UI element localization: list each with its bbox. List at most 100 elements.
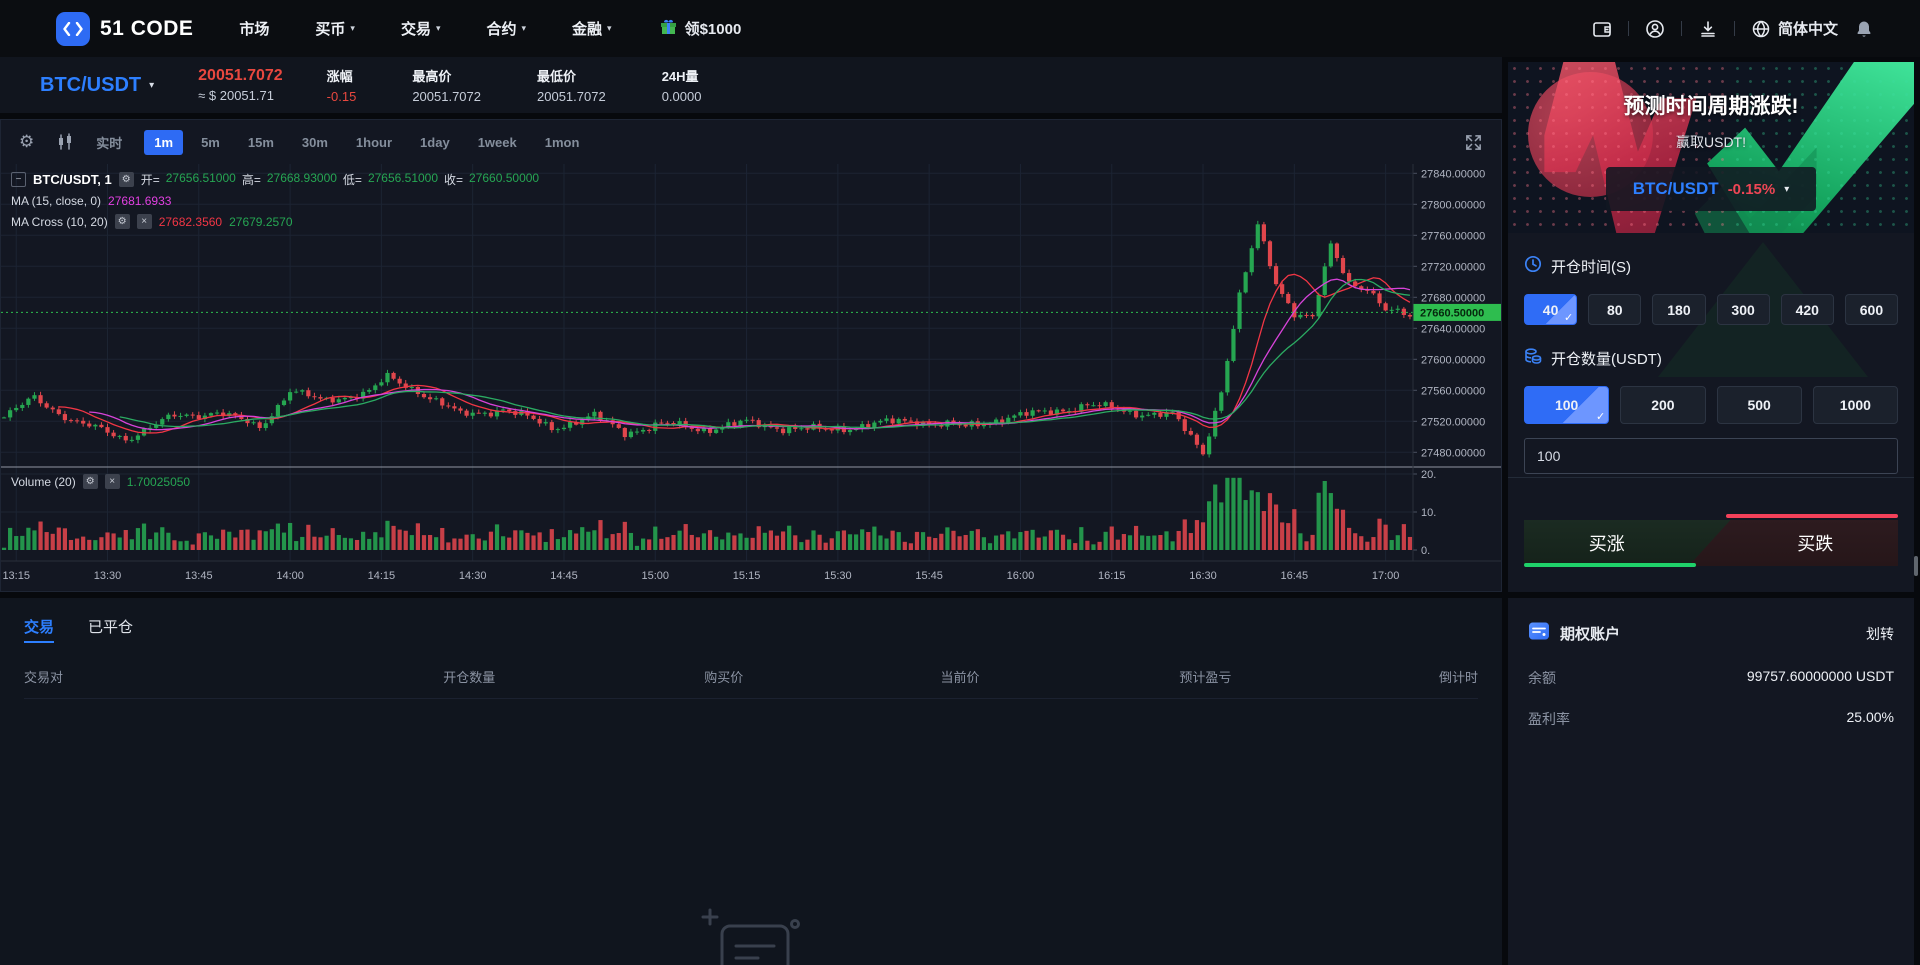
volume-legend-row: Volume (20) ⚙ × 1.70025050 bbox=[11, 474, 190, 489]
nav-item-金融[interactable]: 金融▾ bbox=[572, 18, 612, 39]
account-icon[interactable] bbox=[1645, 19, 1665, 39]
svg-text:13:15: 13:15 bbox=[2, 570, 30, 582]
time-option-300[interactable]: 300 bbox=[1717, 294, 1770, 325]
chart-settings-gear-icon[interactable]: ⚙ bbox=[19, 132, 34, 152]
ticker-bar: BTC/USDT ▾ 20051.7072 ≈ $ 20051.71 涨幅-0.… bbox=[0, 57, 1502, 113]
account-title: 期权账户 bbox=[1560, 623, 1620, 644]
nav-item-交易[interactable]: 交易▾ bbox=[401, 18, 441, 39]
buy-down-topline bbox=[1726, 514, 1898, 518]
chevron-down-icon: ▾ bbox=[607, 23, 612, 34]
legend-symbol: BTC/USDT, 1 bbox=[33, 172, 112, 187]
macross-value-1: 27682.3560 bbox=[159, 215, 222, 229]
time-option-180[interactable]: 180 bbox=[1652, 294, 1705, 325]
nav-item-市场[interactable]: 市场 bbox=[239, 18, 269, 39]
svg-text:27480.00000: 27480.00000 bbox=[1421, 447, 1485, 459]
divider bbox=[1681, 21, 1682, 36]
amount-option-1000[interactable]: 1000 bbox=[1813, 386, 1898, 424]
time-option-40[interactable]: 40✓ bbox=[1524, 294, 1577, 325]
interval-1day[interactable]: 1day bbox=[410, 130, 460, 155]
logo[interactable]: 51 CODE bbox=[56, 12, 193, 46]
collapse-icon[interactable]: − bbox=[11, 172, 26, 187]
ma-value: 27681.6933 bbox=[108, 194, 171, 208]
nav-item-label: 市场 bbox=[239, 18, 269, 39]
tab-已平仓[interactable]: 已平仓 bbox=[88, 616, 133, 643]
interval-1week[interactable]: 1week bbox=[468, 130, 527, 155]
volume-label: Volume (20) bbox=[11, 475, 76, 489]
right-column: 预测时间周期涨跌! 赢取USDT! BTC/USDT -0.15% ▾ 开仓时间 bbox=[1508, 62, 1914, 965]
chart-card: ⚙ 实时 1m 5m 15m 30m 1hour 1day 1week 1mon bbox=[0, 119, 1502, 592]
empty-state-icon bbox=[696, 906, 806, 965]
option-pair-selector[interactable]: BTC/USDT -0.15% ▾ bbox=[1606, 167, 1816, 211]
amount-input[interactable] bbox=[1524, 438, 1898, 474]
interval-15m[interactable]: 15m bbox=[238, 130, 284, 155]
volume-value: 1.70025050 bbox=[127, 475, 190, 489]
divider bbox=[1734, 21, 1735, 36]
svg-text:27760.00000: 27760.00000 bbox=[1421, 230, 1485, 242]
chart-type-icon[interactable] bbox=[56, 133, 74, 151]
scrollbar-thumb[interactable] bbox=[1914, 556, 1918, 576]
stat-label: 最低价 bbox=[537, 66, 606, 85]
interval-1m[interactable]: 1m bbox=[144, 130, 183, 155]
download-app-icon[interactable] bbox=[1698, 19, 1718, 39]
amount-option-100[interactable]: 100✓ bbox=[1524, 386, 1609, 424]
last-price: 20051.7072 bbox=[198, 67, 283, 85]
banner-title: 预测时间周期涨跌! bbox=[1508, 90, 1914, 120]
svg-text:27600.00000: 27600.00000 bbox=[1421, 354, 1485, 366]
wallet-icon[interactable] bbox=[1592, 19, 1612, 39]
svg-text:27660.50000: 27660.50000 bbox=[1420, 307, 1484, 319]
open-amount-section: 开仓数量(USDT) 100✓2005001000 bbox=[1508, 347, 1914, 474]
legend-symbol-row: − BTC/USDT, 1 ⚙ 开=27656.51000高=27668.930… bbox=[11, 171, 539, 188]
volume-legend: Volume (20) ⚙ × 1.70025050 bbox=[11, 474, 190, 489]
notifications-bell-icon[interactable] bbox=[1854, 19, 1874, 39]
legend-ohlc: 开=27656.51000高=27668.93000低=27656.51000收… bbox=[141, 171, 539, 188]
open-trades-panel: 交易 已平仓 交易对开仓数量购买价当前价预计盈亏倒计时 bbox=[0, 598, 1502, 965]
pair-selector[interactable]: BTC/USDT ▾ bbox=[40, 74, 154, 97]
svg-text:14:00: 14:00 bbox=[276, 570, 304, 582]
nav-item-买币[interactable]: 买币▾ bbox=[315, 18, 355, 39]
chevron-down-icon: ▾ bbox=[350, 23, 355, 34]
volume-settings-gear-icon[interactable]: ⚙ bbox=[83, 474, 98, 489]
series-settings-gear-icon[interactable]: ⚙ bbox=[119, 172, 134, 187]
interval-1mon[interactable]: 1mon bbox=[535, 130, 590, 155]
interval-1hour[interactable]: 1hour bbox=[346, 130, 402, 155]
chart-toolbar: ⚙ 实时 1m 5m 15m 30m 1hour 1day 1week 1mon bbox=[1, 120, 1501, 164]
stat-label: 24H量 bbox=[662, 66, 702, 85]
ma-label: MA (15, close, 0) bbox=[11, 194, 101, 208]
volume-remove-icon[interactable]: × bbox=[105, 474, 120, 489]
language-selector[interactable]: 简体中文 bbox=[1751, 18, 1838, 39]
trades-head: 交易对开仓数量购买价当前价预计盈亏倒计时 bbox=[24, 667, 1478, 699]
interval-30m[interactable]: 30m bbox=[292, 130, 338, 155]
fiat-approx-price: ≈ $ 20051.71 bbox=[198, 88, 283, 103]
nav-item-合约[interactable]: 合约▾ bbox=[486, 18, 526, 39]
svg-text:16:30: 16:30 bbox=[1189, 570, 1217, 582]
clock-icon bbox=[1524, 255, 1542, 277]
svg-text:27560.00000: 27560.00000 bbox=[1421, 385, 1485, 397]
row-value: 25.00% bbox=[1847, 709, 1894, 729]
transfer-link[interactable]: 划转 bbox=[1866, 624, 1894, 644]
legend-macross-row: MA Cross (10, 20) ⚙ × 27682.3560 27679.2… bbox=[11, 214, 539, 229]
tab-交易[interactable]: 交易 bbox=[24, 616, 54, 643]
macross-remove-icon[interactable]: × bbox=[137, 214, 152, 229]
amount-option-500[interactable]: 500 bbox=[1717, 386, 1802, 424]
realtime-mode-button[interactable]: 实时 bbox=[96, 133, 122, 152]
ohlc-label: 高= bbox=[242, 171, 261, 188]
interval-5m[interactable]: 5m bbox=[191, 130, 230, 155]
account-header: 期权账户 划转 bbox=[1528, 620, 1894, 647]
top-nav: 51 CODE 市场 买币▾ 交易▾ 合约▾ 金融▾ 领$1000 bbox=[0, 0, 1920, 57]
chevron-down-icon: ▾ bbox=[522, 23, 527, 34]
time-option-600[interactable]: 600 bbox=[1845, 294, 1898, 325]
amount-option-200[interactable]: 200 bbox=[1620, 386, 1705, 424]
check-icon: ✓ bbox=[1564, 311, 1573, 324]
svg-text:14:15: 14:15 bbox=[368, 570, 396, 582]
account-row: 余额99757.60000000 USDT bbox=[1528, 668, 1894, 688]
promo-bonus-button[interactable]: 领$1000 bbox=[660, 18, 742, 39]
svg-text:13:45: 13:45 bbox=[185, 570, 213, 582]
time-option-80[interactable]: 80 bbox=[1588, 294, 1641, 325]
fullscreen-icon[interactable] bbox=[1464, 133, 1483, 152]
svg-text:16:45: 16:45 bbox=[1281, 570, 1309, 582]
chevron-down-icon: ▾ bbox=[436, 23, 441, 34]
col-header: 预计盈亏 bbox=[1078, 667, 1332, 686]
macross-settings-gear-icon[interactable]: ⚙ bbox=[115, 214, 130, 229]
time-option-420[interactable]: 420 bbox=[1781, 294, 1834, 325]
account-card-icon bbox=[1528, 620, 1550, 647]
